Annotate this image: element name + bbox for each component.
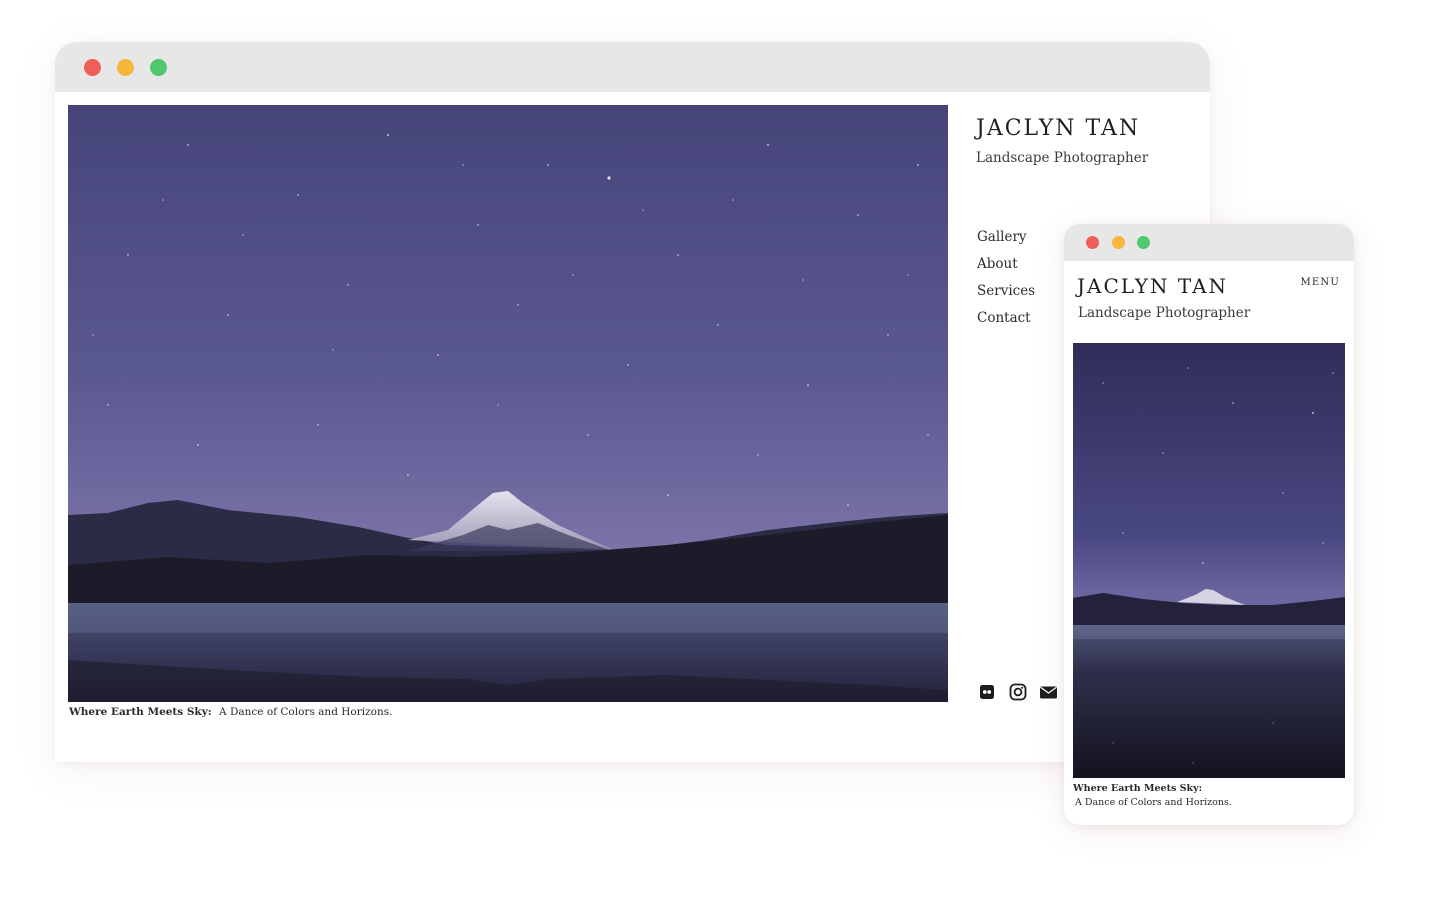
- main-nav: Gallery About Services Contact: [977, 228, 1035, 328]
- hero-photo-graphic: [68, 105, 948, 702]
- desktop-title-bar: [55, 42, 1210, 92]
- nav-link-gallery[interactable]: Gallery: [977, 228, 1035, 247]
- mobile-browser-window: JACLYN TAN MENU Landscape Photographer W…: [1064, 224, 1354, 825]
- mobile-maximize-window-button[interactable]: [1137, 236, 1150, 249]
- site-subtitle: Landscape Photographer: [976, 150, 1149, 166]
- mobile-hero-photo-graphic: [1073, 343, 1345, 778]
- mobile-minimize-window-button[interactable]: [1112, 236, 1125, 249]
- nav-link-contact[interactable]: Contact: [977, 309, 1035, 328]
- mobile-hero-photo[interactable]: [1073, 343, 1345, 778]
- site-title[interactable]: JACLYN TAN: [976, 116, 1140, 141]
- hero-photo[interactable]: [68, 105, 948, 702]
- photo-caption: Where Earth Meets Sky: A Dance of Colors…: [69, 706, 392, 718]
- mobile-title-bar: [1064, 224, 1354, 261]
- maximize-window-button[interactable]: [150, 59, 167, 76]
- minimize-window-button[interactable]: [117, 59, 134, 76]
- nav-link-services[interactable]: Services: [977, 282, 1035, 301]
- mobile-site-subtitle: Landscape Photographer: [1078, 305, 1251, 321]
- mobile-menu-button[interactable]: MENU: [1300, 277, 1340, 288]
- mobile-caption-title: Where Earth Meets Sky:: [1073, 783, 1203, 794]
- social-links: [979, 683, 1057, 701]
- mobile-caption-text: A Dance of Colors and Horizons.: [1075, 797, 1232, 808]
- mobile-site-title[interactable]: JACLYN TAN: [1077, 274, 1228, 298]
- nav-link-about[interactable]: About: [977, 255, 1035, 274]
- email-icon[interactable]: [1039, 683, 1057, 701]
- caption-text: A Dance of Colors and Horizons.: [219, 706, 393, 718]
- caption-title: Where Earth Meets Sky:: [69, 706, 212, 718]
- instagram-icon[interactable]: [1009, 683, 1027, 701]
- mobile-close-window-button[interactable]: [1086, 236, 1099, 249]
- close-window-button[interactable]: [84, 59, 101, 76]
- flickr-icon[interactable]: [979, 683, 997, 701]
- desktop-browser-window: Where Earth Meets Sky: A Dance of Colors…: [55, 42, 1210, 762]
